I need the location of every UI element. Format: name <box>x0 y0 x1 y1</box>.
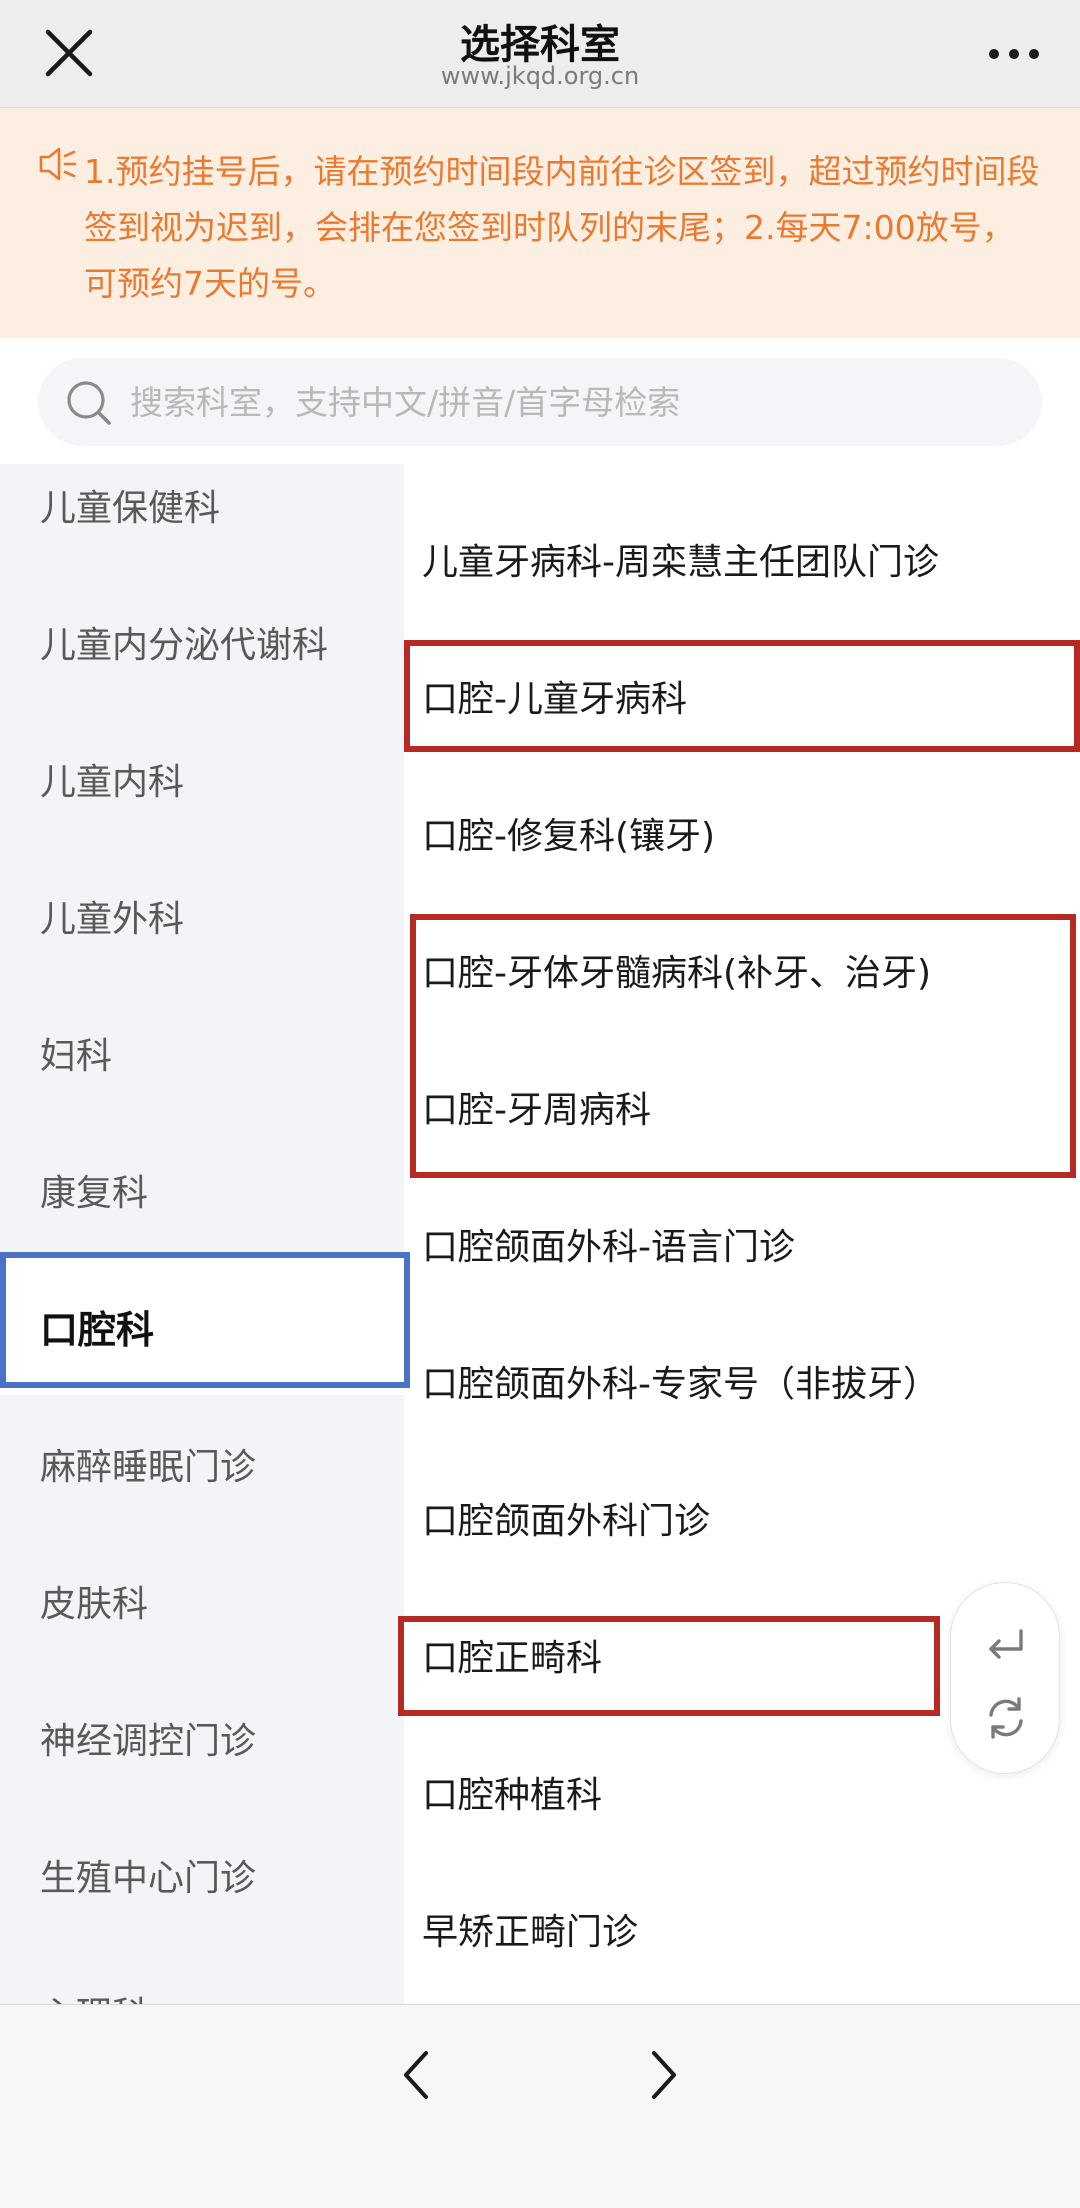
search-section <box>0 338 1080 464</box>
sidebar-item-child-surgery[interactable]: 儿童外科 <box>0 847 404 984</box>
sidebar-item-neuromodulation[interactable]: 神经调控门诊 <box>0 1669 404 1806</box>
floating-controls <box>950 1582 1060 1774</box>
search-box[interactable] <box>38 358 1042 446</box>
department-item[interactable]: 口腔-修复科(镶牙) <box>404 764 1080 901</box>
bottom-navigation-bar <box>0 2004 1080 2208</box>
title-bar: 选择科室 www.jkqd.org.cn <box>0 0 1080 108</box>
search-input[interactable] <box>130 358 1010 446</box>
department-item[interactable]: 口腔-牙周病科 <box>404 1038 1080 1175</box>
department-item[interactable]: 口腔颌面外科-语言门诊 <box>404 1175 1080 1312</box>
sidebar-item-child-health[interactable]: 儿童保健科 <box>0 464 404 573</box>
sidebar-item-dermatology[interactable]: 皮肤科 <box>0 1532 404 1669</box>
sidebar-item-reproductive[interactable]: 生殖中心门诊 <box>0 1806 404 1943</box>
chevron-left-icon[interactable] <box>396 2045 436 2105</box>
refresh-icon[interactable] <box>981 1693 1031 1743</box>
more-icon[interactable] <box>984 34 1044 74</box>
department-item[interactable]: 早矫正畸门诊 <box>404 1860 1080 1997</box>
sidebar-item-stomatology[interactable]: 口腔科 <box>0 1258 404 1395</box>
page-subtitle-url: www.jkqd.org.cn <box>440 62 640 90</box>
department-item[interactable]: 口腔颌面外科-专家号（非拔牙） <box>404 1312 1080 1449</box>
sidebar-item-psychology[interactable]: 心理科 <box>0 1943 404 2005</box>
return-icon[interactable] <box>981 1621 1031 1671</box>
department-item[interactable]: 口腔颌面外科门诊 <box>404 1449 1080 1586</box>
search-icon <box>67 381 111 425</box>
notice-banner: 1.预约挂号后，请在预约时间段内前往诊区签到，超过预约时间段签到视为迟到，会排在… <box>0 108 1080 338</box>
department-item[interactable]: 口腔-牙体牙髓病科(补牙、治牙) <box>404 901 1080 1038</box>
sidebar-item-gynecology[interactable]: 妇科 <box>0 984 404 1121</box>
speaker-icon <box>39 147 77 181</box>
chevron-right-icon[interactable] <box>644 2045 684 2105</box>
sidebar-item-anesthesia-sleep[interactable]: 麻醉睡眠门诊 <box>0 1395 404 1532</box>
category-sidebar: 儿童保健科 儿童内分泌代谢科 儿童内科 儿童外科 妇科 康复科 口腔科 麻醉睡眠… <box>0 464 404 2004</box>
sidebar-item-rehabilitation[interactable]: 康复科 <box>0 1121 404 1258</box>
sidebar-item-child-endocrine[interactable]: 儿童内分泌代谢科 <box>0 573 404 710</box>
department-list: 儿童牙病科-周栾慧主任团队门诊 口腔-儿童牙病科 口腔-修复科(镶牙) 口腔-牙… <box>404 464 1080 2004</box>
department-item[interactable]: 口腔-儿童牙病科 <box>404 627 1080 764</box>
notice-text: 1.预约挂号后，请在预约时间段内前往诊区签到，超过预约时间段签到视为迟到，会排在… <box>84 152 1040 303</box>
department-item[interactable]: 儿童牙病科-周栾慧主任团队门诊 <box>404 490 1080 627</box>
sidebar-item-child-internal[interactable]: 儿童内科 <box>0 710 404 847</box>
